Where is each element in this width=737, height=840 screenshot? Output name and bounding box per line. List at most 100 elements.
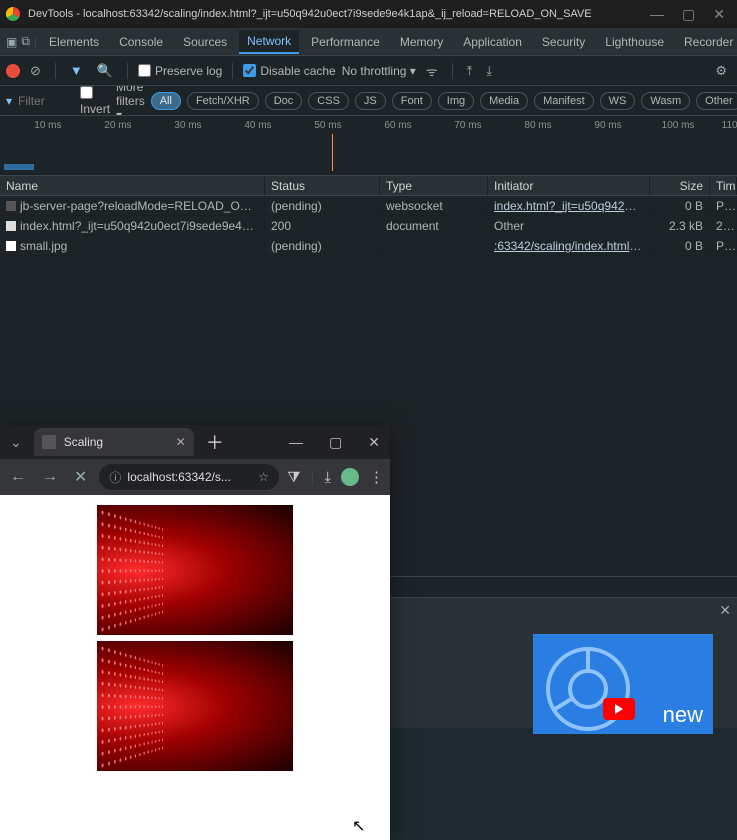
play-icon — [603, 698, 635, 720]
col-initiator[interactable]: Initiator — [488, 177, 650, 195]
cell-size: 0 B — [650, 237, 710, 255]
filter-type-wasm[interactable]: Wasm — [641, 92, 690, 110]
page-image-1 — [97, 505, 293, 635]
disable-cache-label: Disable cache — [260, 64, 335, 78]
extensions-icon[interactable]: ⧩ — [287, 469, 300, 486]
tab-close-icon[interactable]: ✕ — [176, 435, 186, 449]
network-timeline[interactable]: 10 ms 20 ms 30 ms 40 ms 50 ms 60 ms 70 m… — [0, 116, 737, 176]
record-button[interactable] — [6, 64, 20, 78]
wifi-conditions-icon[interactable]: ᯤ — [422, 60, 442, 82]
filter-type-css[interactable]: CSS — [308, 92, 349, 110]
timeline-tick: 40 ms — [244, 120, 271, 131]
tab-performance[interactable]: Performance — [303, 31, 388, 53]
browser-maximize-button[interactable]: ▢ — [319, 434, 352, 451]
browser-tabstrip: ⌄ Scaling ✕ ＋ — ▢ ✕ — [0, 425, 390, 459]
filter-toggle-icon[interactable]: ▼ — [66, 61, 87, 80]
address-text: localhost:63342/s... — [127, 470, 230, 484]
import-har-icon[interactable]: ⤒ — [463, 61, 477, 81]
tab-recorder[interactable]: Recorder — [676, 31, 737, 53]
filter-type-font[interactable]: Font — [392, 92, 432, 110]
browser-close-button[interactable]: ✕ — [358, 434, 390, 451]
stop-reload-button[interactable]: ✕ — [70, 467, 91, 487]
search-icon[interactable]: 🔍 — [93, 61, 117, 81]
maximize-button[interactable]: ▢ — [682, 6, 695, 23]
tab-network[interactable]: Network — [239, 30, 299, 54]
filter-type-doc[interactable]: Doc — [265, 92, 303, 110]
filter-type-media[interactable]: Media — [480, 92, 528, 110]
filter-type-other[interactable]: Other — [696, 92, 737, 110]
table-row[interactable]: small.jpg(pending):63342/scaling/index.h… — [0, 236, 737, 256]
tab-elements[interactable]: Elements — [41, 31, 107, 53]
disable-cache-checkbox[interactable]: Disable cache — [243, 64, 335, 78]
cell-name: index.html?_ijt=u50q942u0ect7i9sede9e4k1… — [0, 217, 265, 235]
network-toolbar-filter: ▾ Invert More filters ▾ All Fetch/XHR Do… — [0, 86, 737, 116]
filter-type-img[interactable]: Img — [438, 92, 474, 110]
profile-avatar-icon[interactable] — [341, 468, 359, 486]
tab-application[interactable]: Application — [455, 31, 530, 53]
table-row[interactable]: index.html?_ijt=u50q942u0ect7i9sede9e4k1… — [0, 216, 737, 236]
inspect-icon[interactable]: ▣ — [6, 35, 17, 49]
invert-checkbox[interactable]: Invert — [80, 86, 110, 116]
clear-button[interactable]: ⊘ — [26, 61, 45, 81]
col-type[interactable]: Type — [380, 177, 488, 195]
network-settings-gear-icon[interactable]: ⚙ — [711, 61, 731, 81]
table-header-row: Name Status Type Initiator Size Time — [0, 176, 737, 196]
tab-console[interactable]: Console — [111, 31, 171, 53]
tab-sources[interactable]: Sources — [175, 31, 235, 53]
col-size[interactable]: Size — [650, 177, 710, 195]
tab-lighthouse[interactable]: Lighthouse — [597, 31, 672, 53]
timeline-tick: 80 ms — [524, 120, 551, 131]
mouse-cursor-icon: ↖ — [352, 816, 365, 836]
site-info-icon[interactable]: ⓘ — [109, 469, 121, 486]
tab-security[interactable]: Security — [534, 31, 593, 53]
timeline-tick: 30 ms — [174, 120, 201, 131]
cell-status: (pending) — [265, 197, 380, 215]
funnel-icon: ▾ — [6, 94, 12, 108]
address-bar[interactable]: ⓘ localhost:63342/s... ☆ — [99, 464, 279, 490]
devtools-tabbar: ▣ ⧉ | Elements Console Sources Network P… — [0, 28, 737, 56]
chrome-logo-outline-icon — [543, 644, 633, 734]
throttling-select[interactable]: No throttling ▾ — [342, 64, 416, 78]
export-har-icon[interactable]: ⤓ — [482, 61, 496, 81]
preserve-log-checkbox[interactable]: Preserve log — [138, 64, 222, 78]
browser-toolbar: ← → ✕ ⓘ localhost:63342/s... ☆ ⧩ | ⤓ ⋮ — [0, 459, 390, 495]
timeline-marker — [332, 134, 333, 171]
cell-initiator[interactable]: :63342/scaling/index.html?_ijt= — [488, 237, 650, 255]
cell-status: (pending) — [265, 237, 380, 255]
filter-input[interactable] — [18, 94, 74, 108]
filter-type-all[interactable]: All — [151, 92, 181, 110]
back-button[interactable]: ← — [6, 468, 30, 486]
col-status[interactable]: Status — [265, 177, 380, 195]
col-name[interactable]: Name — [0, 177, 265, 195]
network-toolbar-primary: ⊘ ▼ 🔍 Preserve log Disable cache No thro… — [0, 56, 737, 86]
new-tab-button[interactable]: ＋ — [200, 429, 230, 455]
filter-type-fetchxhr[interactable]: Fetch/XHR — [187, 92, 259, 110]
cell-initiator[interactable]: index.html?_ijt=u50q942u0ect7 — [488, 197, 650, 215]
filter-type-ws[interactable]: WS — [600, 92, 636, 110]
filter-type-js[interactable]: JS — [355, 92, 386, 110]
device-toggle-icon[interactable]: ⧉ — [21, 34, 30, 49]
tab-dropdown-icon[interactable]: ⌄ — [4, 434, 28, 451]
tab-memory[interactable]: Memory — [392, 31, 451, 53]
cell-time: 2 ms — [710, 217, 737, 235]
bookmark-star-icon[interactable]: ☆ — [258, 470, 269, 484]
more-filters-select[interactable]: More filters ▾ — [116, 86, 145, 116]
browser-tab[interactable]: Scaling ✕ — [34, 428, 194, 456]
browser-menu-icon[interactable]: ⋮ — [369, 468, 384, 486]
tab-title: Scaling — [64, 435, 103, 449]
downloads-icon[interactable]: ⤓ — [324, 469, 331, 486]
table-row[interactable]: jb-server-page?reloadMode=RELOAD_ON_SAVE… — [0, 196, 737, 216]
window-title: DevTools - localhost:63342/scaling/index… — [28, 8, 644, 20]
timeline-tick: 50 ms — [314, 120, 341, 131]
divider: | — [34, 35, 37, 49]
browser-minimize-button[interactable]: — — [279, 434, 313, 450]
filter-type-manifest[interactable]: Manifest — [534, 92, 594, 110]
video-thumbnail[interactable]: new — [533, 634, 713, 734]
page-image-2 — [97, 641, 293, 771]
timeline-tick: 20 ms — [104, 120, 131, 131]
close-button[interactable]: ✕ — [713, 6, 725, 23]
forward-button[interactable]: → — [38, 468, 62, 486]
minimize-button[interactable]: — — [650, 6, 664, 23]
col-time[interactable]: Time — [710, 177, 737, 195]
drawer-close-icon[interactable]: ✕ — [719, 602, 731, 619]
